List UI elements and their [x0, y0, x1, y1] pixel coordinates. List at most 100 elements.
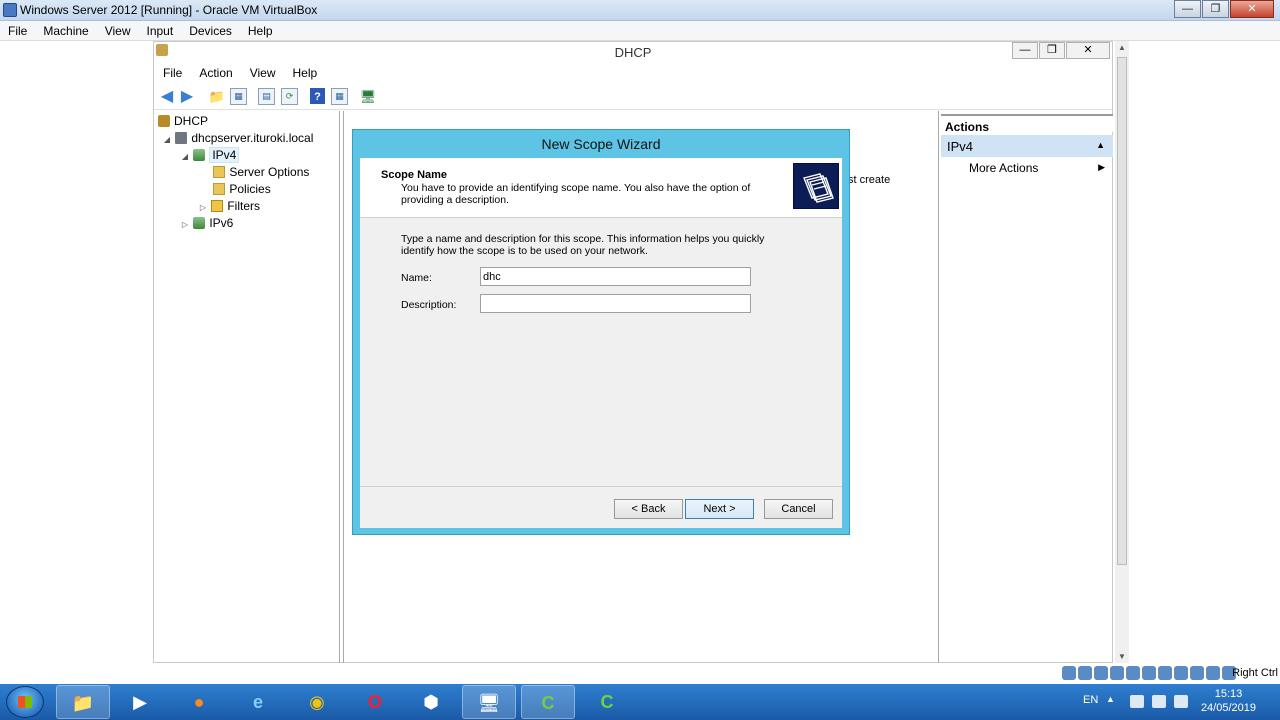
ipv4-icon [193, 149, 206, 161]
actions-header: Actions [941, 114, 1113, 134]
scope-name-input[interactable] [480, 267, 751, 286]
host-menu-devices[interactable]: Devices [181, 21, 240, 40]
dhcp-menu-help[interactable]: Help [284, 63, 326, 83]
virtualbox-icon [3, 3, 17, 17]
display-icon[interactable] [1158, 666, 1172, 680]
tree-node-server[interactable]: ◢ dhcpserver.ituroki.local [162, 131, 313, 147]
taskbar-clock[interactable]: 15:13 24/05/2019 [1201, 687, 1256, 715]
host-menu-view[interactable]: View [97, 21, 139, 40]
collapse-up-icon[interactable]: ▲ [1096, 140, 1105, 150]
taskbar-camtasia-2[interactable]: C [580, 685, 634, 719]
folder-icon: 📁 [71, 693, 95, 713]
internet-explorer-icon: e [252, 692, 263, 712]
scroll-thumb[interactable] [1117, 57, 1127, 565]
security-icon[interactable] [1130, 695, 1144, 708]
recording-icon[interactable] [1174, 666, 1188, 680]
server-options-icon [213, 166, 226, 178]
dhcp-title-bar: DHCP — ❐ ✕ [154, 42, 1112, 62]
scroll-up-icon[interactable]: ▲ [1118, 43, 1126, 52]
mouse-integration-icon[interactable] [1206, 666, 1220, 680]
dhcp-menu-view[interactable]: View [241, 63, 284, 83]
usb-icon[interactable] [1126, 666, 1140, 680]
taskbar: 📁 ▶ ● e ◉ O ⬢ 🖥 C C EN ▲ 15:13 24/05/201… [0, 684, 1280, 720]
up-folder-icon[interactable]: 📁 [208, 88, 226, 106]
windows-logo-icon [18, 696, 32, 708]
host-window-title: Windows Server 2012 [Running] - Oracle V… [20, 3, 318, 17]
tree-node-ipv4[interactable]: ◢ IPv4 [180, 147, 240, 164]
taskbar-firefox[interactable]: ● [172, 685, 226, 719]
actions-pane: Actions IPv4 ▲ More Actions ▶ [941, 111, 1113, 664]
cancel-button[interactable]: Cancel [764, 499, 833, 519]
hard-disk-icon[interactable] [1062, 666, 1076, 680]
firefox-icon: ● [193, 692, 205, 712]
media-player-icon: ▶ [133, 692, 147, 712]
expand-arrow-icon[interactable]: ▷ [180, 220, 190, 229]
scope-description-input[interactable] [480, 294, 751, 313]
server-2016-icon: 🖥 [477, 693, 501, 713]
wizard-instructions: Type a name and description for this sco… [401, 233, 765, 257]
taskbar-internet-explorer[interactable]: e [231, 685, 285, 719]
collapse-arrow-icon[interactable]: ◢ [180, 152, 190, 161]
network-icon[interactable] [1110, 666, 1124, 680]
host-maximize-button[interactable]: ❐ [1202, 0, 1229, 18]
actions-section-ipv4[interactable]: IPv4 ▲ [941, 135, 1113, 157]
optical-drive-icon[interactable] [1078, 666, 1092, 680]
volume-icon[interactable] [1174, 695, 1188, 708]
host-close-button[interactable]: ✕ [1230, 0, 1274, 18]
dhcp-minimize-button[interactable]: — [1012, 42, 1038, 59]
host-key-label: Right Ctrl [1232, 667, 1278, 679]
audio-icon[interactable] [1094, 666, 1108, 680]
dhcp-close-button[interactable]: ✕ [1066, 42, 1110, 59]
host-minimize-button[interactable]: — [1174, 0, 1201, 18]
collapse-arrow-icon[interactable]: ◢ [162, 135, 172, 144]
show-hidden-icons[interactable]: ▲ [1106, 694, 1115, 704]
dhcp-menu-bar: File Action View Help [154, 63, 1112, 83]
wizard-title: New Scope Wizard [541, 136, 661, 152]
show-hide-tree-icon[interactable]: ▦ [230, 88, 247, 105]
taskbar-media-player[interactable]: ▶ [113, 685, 167, 719]
forward-arrow-icon[interactable]: ▶ [178, 88, 196, 106]
tree-node-filters[interactable]: ▷ Filters [198, 199, 260, 215]
opera-icon: O [367, 692, 382, 712]
start-button[interactable] [6, 686, 44, 718]
help-icon[interactable]: ? [310, 88, 325, 104]
dhcp-menu-file[interactable]: File [154, 63, 190, 83]
taskbar-server-2016[interactable]: 🖥 [462, 685, 516, 719]
host-menu-file[interactable]: File [0, 21, 35, 40]
host-menu-machine[interactable]: Machine [35, 21, 96, 40]
folders-icon [793, 163, 839, 209]
tree-node-dhcp[interactable]: DHCP [158, 114, 208, 130]
tree-node-ipv6[interactable]: ▷ IPv6 [180, 216, 233, 232]
taskbar-opera[interactable]: O [348, 685, 402, 719]
tree-node-server-options[interactable]: Server Options [200, 165, 309, 181]
host-menu-input[interactable]: Input [139, 21, 182, 40]
filters-icon [211, 200, 224, 212]
expand-arrow-icon[interactable]: ▷ [198, 203, 208, 212]
dhcp-restore-button[interactable]: ❐ [1039, 42, 1065, 59]
scroll-down-icon[interactable]: ▼ [1118, 652, 1126, 661]
ipv6-icon [193, 217, 206, 229]
next-button[interactable]: Next > [685, 499, 754, 519]
taskbar-virtualbox[interactable]: ⬢ [404, 685, 458, 719]
chrome-icon: ◉ [309, 692, 325, 712]
dhcp-menu-action[interactable]: Action [190, 63, 240, 83]
console-tree: DHCP ◢ dhcpserver.ituroki.local ◢ IPv4 S… [154, 111, 340, 664]
host-menu-bar: File Machine View Input Devices Help [0, 21, 1280, 41]
network-tray-icon[interactable] [1152, 695, 1166, 708]
refresh-icon[interactable]: ⟳ [281, 88, 298, 105]
guest-vertical-scrollbar[interactable]: ▲ ▼ [1115, 41, 1129, 663]
properties-icon[interactable]: ▤ [258, 88, 275, 105]
taskbar-chrome[interactable]: ◉ [290, 685, 344, 719]
input-language[interactable]: EN [1083, 694, 1098, 706]
back-button[interactable]: < Back [614, 499, 683, 519]
more-actions-item[interactable]: More Actions [969, 161, 1038, 175]
taskbar-camtasia-1[interactable]: C [521, 685, 575, 719]
host-menu-help[interactable]: Help [240, 21, 281, 40]
tree-node-policies[interactable]: Policies [200, 182, 271, 198]
monitor-icon[interactable]: 🖥 [359, 88, 377, 106]
show-action-pane-icon[interactable]: ▦ [331, 88, 348, 105]
shared-folders-icon[interactable] [1142, 666, 1156, 680]
taskbar-file-explorer[interactable]: 📁 [56, 685, 110, 719]
cpu-icon[interactable] [1190, 666, 1204, 680]
back-arrow-icon[interactable]: ◀ [158, 88, 176, 106]
